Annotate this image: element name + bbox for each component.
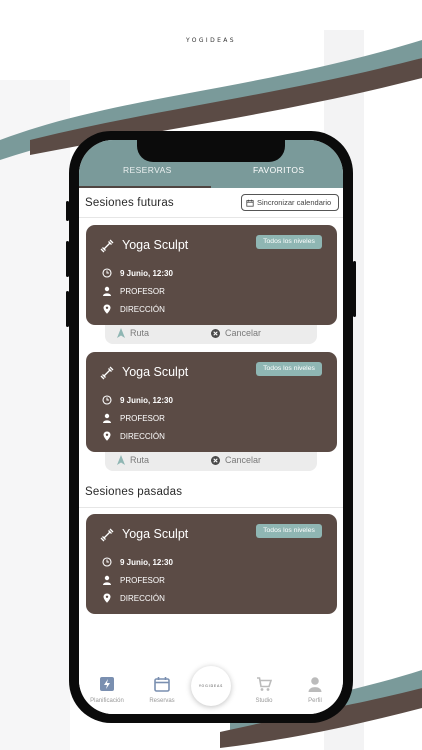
session-address: DIRECCIÓN <box>120 593 165 603</box>
level-badge: Todos los niveles <box>256 362 322 376</box>
level-badge: Todos los niveles <box>256 524 322 538</box>
session-address-row: DIRECCIÓN <box>102 593 165 603</box>
route-label: Ruta <box>130 455 150 465</box>
session-teacher: PROFESOR <box>120 575 165 585</box>
session-actions: Ruta Cancelar <box>105 325 317 344</box>
clock-icon <box>102 395 112 405</box>
nav-studio[interactable]: Studio <box>239 676 289 704</box>
session-card[interactable]: Yoga Sculpt Todos los niveles 9 Junio, 1… <box>86 514 337 614</box>
session-title: Yoga Sculpt <box>122 527 189 541</box>
session-address: DIRECCIÓN <box>120 304 165 314</box>
nav-reservas-label: Reservas <box>149 698 175 704</box>
session-teacher-row: PROFESOR <box>102 575 165 585</box>
cancel-button[interactable]: Cancelar <box>211 328 261 338</box>
nav-studio-label: Studio <box>255 698 273 704</box>
session-teacher-row: PROFESOR <box>102 286 165 296</box>
sync-calendar-label: Sincronizar calendario <box>257 198 332 207</box>
navigation-arrow-icon <box>117 328 125 338</box>
person-icon <box>103 413 111 423</box>
session-title: Yoga Sculpt <box>122 238 189 252</box>
divider <box>79 217 343 218</box>
divider <box>79 507 343 508</box>
tab-reservas[interactable]: RESERVAS <box>123 165 172 175</box>
app-screen: RESERVAS FAVORITOS Sesiones futuras Sinc… <box>79 140 343 714</box>
route-button[interactable]: Ruta <box>117 328 149 338</box>
clock-icon <box>102 557 112 567</box>
session-datetime-row: 9 Junio, 12:30 <box>102 557 173 567</box>
session-datetime-row: 9 Junio, 12:30 <box>102 268 173 278</box>
cancel-icon <box>211 455 220 465</box>
dumbbell-icon <box>100 528 114 542</box>
session-teacher-row: PROFESOR <box>102 413 165 423</box>
session-datetime: 9 Junio, 12:30 <box>120 268 173 278</box>
nav-planificacion[interactable]: Planificación <box>82 676 132 704</box>
clock-icon <box>102 268 112 278</box>
dumbbell-icon <box>100 366 114 380</box>
route-label: Ruta <box>130 328 150 338</box>
cancel-label: Cancelar <box>225 328 262 338</box>
active-tab-indicator <box>79 186 211 188</box>
calendar-icon <box>246 199 254 207</box>
cancel-label: Cancelar <box>225 455 262 465</box>
session-actions: Ruta Cancelar <box>105 452 317 471</box>
session-teacher: PROFESOR <box>120 413 165 423</box>
session-address-row: DIRECCIÓN <box>102 304 165 314</box>
session-card[interactable]: Yoga Sculpt Todos los niveles 9 Junio, 1… <box>86 352 337 452</box>
center-logo-label: YOGIDEAS <box>198 684 224 688</box>
dumbbell-icon <box>100 239 114 253</box>
session-card[interactable]: Yoga Sculpt Todos los niveles 9 Junio, 1… <box>86 225 337 325</box>
tab-favoritos[interactable]: FAVORITOS <box>253 165 304 175</box>
cart-icon <box>257 677 273 691</box>
nav-reservas[interactable]: Reservas <box>137 676 187 704</box>
cancel-icon <box>211 328 220 338</box>
future-sessions-title: Sesiones futuras <box>85 197 174 209</box>
session-datetime: 9 Junio, 12:30 <box>120 395 173 405</box>
session-address: DIRECCIÓN <box>120 431 165 441</box>
center-home-button[interactable]: YOGIDEAS <box>191 666 231 706</box>
location-pin-icon <box>103 431 111 441</box>
calendar-icon <box>154 677 170 692</box>
person-icon <box>103 575 111 585</box>
person-icon <box>103 286 111 296</box>
session-datetime-row: 9 Junio, 12:30 <box>102 395 173 405</box>
lightning-icon <box>100 677 114 691</box>
level-badge: Todos los niveles <box>256 235 322 249</box>
phone-notch <box>137 140 285 162</box>
session-datetime: 9 Junio, 12:30 <box>120 557 173 567</box>
profile-icon <box>308 677 322 692</box>
location-pin-icon <box>103 593 111 603</box>
past-sessions-title: Sesiones pasadas <box>85 486 183 498</box>
session-title: Yoga Sculpt <box>122 365 189 379</box>
nav-perfil-label: Perfil <box>308 698 322 704</box>
phone-frame: RESERVAS FAVORITOS Sesiones futuras Sinc… <box>66 131 356 723</box>
sync-calendar-button[interactable]: Sincronizar calendario <box>241 194 339 211</box>
session-address-row: DIRECCIÓN <box>102 431 165 441</box>
nav-planificacion-label: Planificación <box>90 698 124 704</box>
route-button[interactable]: Ruta <box>117 455 149 465</box>
navigation-arrow-icon <box>117 455 125 465</box>
nav-perfil[interactable]: Perfil <box>290 676 340 704</box>
location-pin-icon <box>103 304 111 314</box>
cancel-button[interactable]: Cancelar <box>211 455 261 465</box>
brand-logo-text: YOGIDEAS <box>185 37 236 44</box>
session-teacher: PROFESOR <box>120 286 165 296</box>
